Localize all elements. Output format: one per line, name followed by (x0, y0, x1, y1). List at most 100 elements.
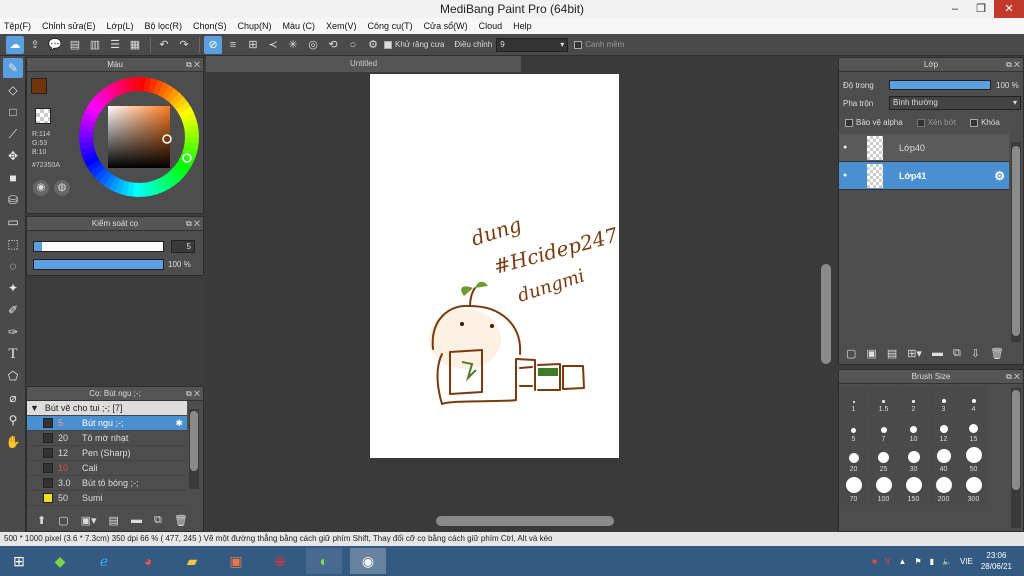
brush-list-item[interactable]: 3.0 Bút tô bóng ;-; (27, 476, 187, 491)
internet-explorer-icon[interactable]: ℯ (86, 548, 122, 574)
brush-size-cell[interactable]: 5 (839, 416, 868, 445)
close-icon[interactable]: ⧉ ✕ (186, 387, 200, 401)
magic-wand-tool-icon[interactable]: ✦ (3, 278, 23, 298)
eyedropper-tool-icon[interactable]: ⌀ (3, 388, 23, 408)
brush-size-cell[interactable]: 7 (869, 416, 898, 445)
brush-size-cell[interactable]: 4 (959, 386, 988, 415)
merge-layer-icon[interactable]: ⇩ (971, 347, 980, 360)
snap-off-icon[interactable]: ⊘ (204, 35, 222, 54)
brush-list-item[interactable]: 12 Pen (Sharp) (27, 446, 187, 461)
menu-filter[interactable]: Bộ lọc(R) (144, 21, 182, 31)
panel-tool-icon[interactable]: ⬠ (3, 366, 23, 386)
primary-color-swatch[interactable] (31, 78, 47, 94)
brush-size-cell[interactable]: 300 (959, 476, 988, 505)
fill-rect-tool-icon[interactable]: ■ (3, 168, 23, 188)
brush-size-cell[interactable]: 70 (839, 476, 868, 505)
cloud-icon[interactable]: ☁ (6, 35, 24, 54)
gear-icon[interactable]: ✱ (175, 418, 183, 429)
correction-select[interactable]: 9 ▾ (496, 37, 569, 52)
close-icon[interactable]: ⧉ ✕ (186, 58, 200, 72)
scroll-thumb[interactable] (1012, 390, 1020, 490)
maximize-button[interactable]: ❐ (968, 0, 994, 18)
radial-snap-icon[interactable]: ✳ (284, 36, 302, 54)
new-halftone-layer-icon[interactable]: ▣ (866, 347, 876, 360)
brush-tool-icon[interactable]: ✎ (3, 58, 23, 78)
brush-size-cell[interactable]: 100 (869, 476, 898, 505)
settings-icon[interactable]: ⚙ (364, 36, 382, 54)
network-app-icon[interactable]: ⊕ (262, 548, 298, 574)
select-eraser-tool-icon[interactable]: ✑ (3, 322, 23, 342)
brush-size-cell[interactable]: 12 (929, 416, 958, 445)
brush-size-cell[interactable]: 40 (929, 446, 958, 475)
brush-settings-icon[interactable]: ▤ (109, 514, 119, 527)
blend-mode-select[interactable]: Bình thường ▾ (889, 96, 1021, 110)
brush-size-cell[interactable]: 1 (839, 386, 868, 415)
menu-edit[interactable]: Chỉnh sửa(E) (42, 21, 96, 31)
scroll-thumb[interactable] (1012, 146, 1020, 336)
brush-size-cell[interactable]: 15 (959, 416, 988, 445)
tray-arrow-icon[interactable]: ▲ (898, 557, 906, 566)
menu-help[interactable]: Help (513, 21, 532, 31)
page-icon[interactable]: ▥ (86, 36, 104, 54)
comic-icon[interactable]: ▤ (66, 36, 84, 54)
comment-icon[interactable]: 💬 (46, 36, 64, 54)
document-tab[interactable]: Untitled (206, 56, 521, 72)
brush-size-cell[interactable]: 2 (899, 386, 928, 415)
file-explorer-icon[interactable]: ▰ (174, 548, 210, 574)
brush-add-icon[interactable]: ⬆ (37, 514, 46, 527)
brush-list-item[interactable]: 20 Tô mờ nhạt (27, 431, 187, 446)
redo-icon[interactable]: ↷ (175, 36, 193, 54)
language-indicator[interactable]: VIE (960, 557, 973, 566)
brush-copy-icon[interactable]: ⧉ (154, 514, 162, 527)
menu-cloud[interactable]: Cloud (479, 21, 503, 31)
camtasia-icon[interactable]: ◐ (306, 548, 342, 574)
brush-size-cell[interactable]: 30 (899, 446, 928, 475)
curve-snap-icon[interactable]: ⟲ (324, 36, 342, 54)
palette-icon[interactable]: ◉ (33, 180, 49, 196)
move-tool-icon[interactable]: ✥ (3, 146, 23, 166)
unikey-icon[interactable]: V (885, 557, 890, 566)
gradient-tool-icon[interactable]: ▭ (3, 212, 23, 232)
hand-tool-icon[interactable]: ✋ (3, 432, 23, 452)
gear-icon[interactable]: ⚙ (994, 169, 1005, 183)
scroll-thumb[interactable] (436, 516, 614, 526)
trash-icon[interactable]: 🗑 (174, 514, 188, 527)
brush-new-icon[interactable]: ▢ (58, 514, 68, 527)
brush-list-scrollbar[interactable] (189, 409, 199, 489)
brush-dropdown-icon[interactable]: ▣▾ (81, 514, 97, 527)
color-wheel[interactable] (77, 75, 201, 199)
menu-color[interactable]: Màu (C) (283, 21, 316, 31)
close-icon[interactable]: ⧉ ✕ (186, 217, 200, 231)
visibility-eye-icon[interactable]: ● (843, 172, 857, 179)
clipping-checkbox[interactable] (916, 118, 925, 127)
dropper-tool-icon[interactable]: ⚲ (3, 410, 23, 430)
new-layer-icon[interactable]: ▢ (846, 347, 856, 360)
bucket-tool-icon[interactable]: ⛁ (3, 190, 23, 210)
canvas-horizontal-scrollbar[interactable] (212, 515, 830, 527)
minimize-button[interactable]: – (942, 0, 968, 18)
scroll-thumb[interactable] (821, 264, 831, 364)
scroll-thumb[interactable] (190, 411, 198, 471)
palette-add-icon[interactable]: ◍ (54, 180, 70, 196)
menu-file[interactable]: Tệp(F) (4, 21, 31, 31)
lasso-tool-icon[interactable]: ◌ (3, 256, 23, 276)
soft-edge-checkbox[interactable] (574, 40, 583, 49)
layer-row[interactable]: ● Lớp40 (839, 134, 1009, 162)
brush-size-cell[interactable]: 25 (869, 446, 898, 475)
visibility-eye-icon[interactable]: ● (843, 144, 857, 151)
brush-size-cell[interactable]: 200 (929, 476, 958, 505)
tray-app-icon[interactable]: ■ (872, 557, 877, 566)
shape-tool-icon[interactable]: □ (3, 102, 23, 122)
menu-snap[interactable]: Chụp(N) (238, 21, 272, 31)
clock[interactable]: 23:06 28/06/21 (981, 550, 1012, 572)
lock-checkbox[interactable] (970, 118, 979, 127)
windows-start-icon[interactable]: ⊞ (4, 548, 34, 574)
bluestacks-icon[interactable]: ◆ (42, 548, 78, 574)
close-icon[interactable]: ⧉ ✕ (1006, 58, 1020, 72)
list-icon[interactable]: ☰ (106, 36, 124, 54)
layer-list-scrollbar[interactable] (1011, 142, 1021, 342)
transparent-color-swatch[interactable] (35, 108, 51, 124)
trash-icon[interactable]: 🗑 (990, 347, 1004, 360)
collapse-icon[interactable]: ▼ (30, 403, 39, 413)
menu-layer[interactable]: Lớp(L) (107, 21, 134, 31)
